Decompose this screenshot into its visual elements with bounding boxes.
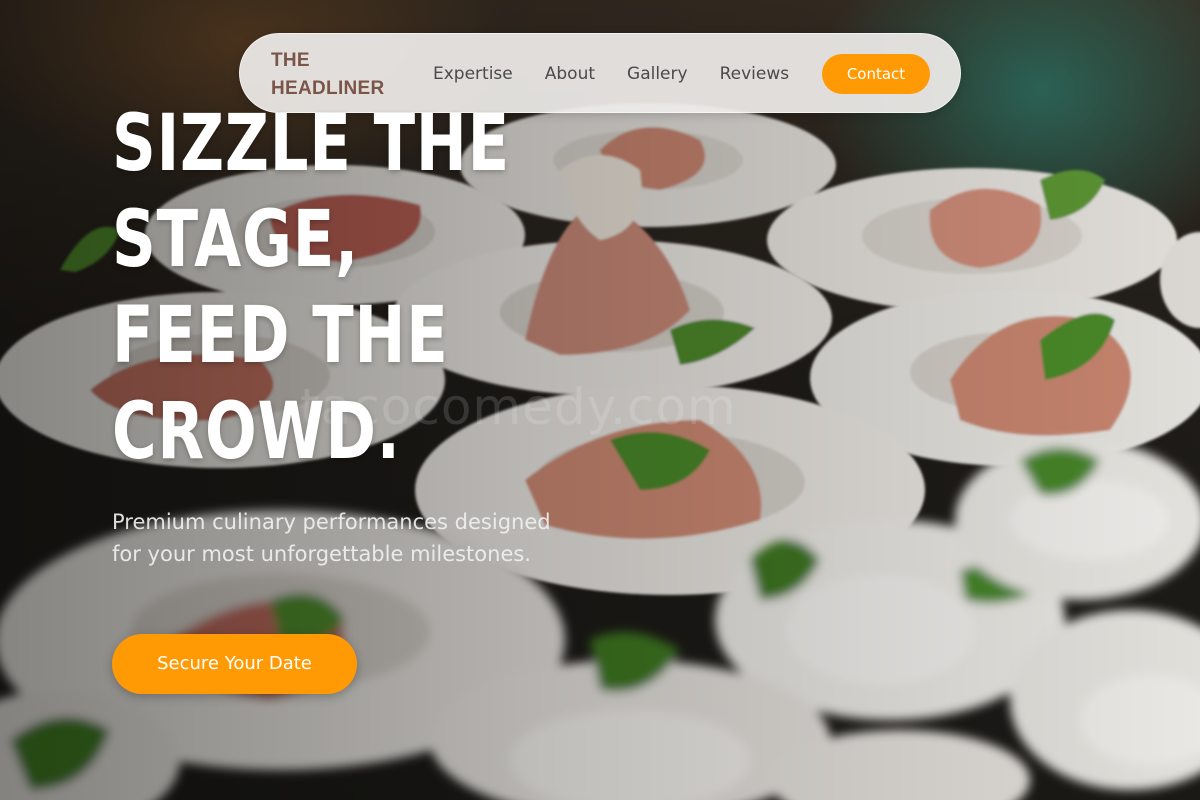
- hero-subtitle: Premium culinary performances designed f…: [112, 510, 551, 566]
- hero-title-line: SIZZLE THE: [112, 99, 510, 189]
- hero-title-line: STAGE,: [112, 195, 359, 285]
- nav-link-about[interactable]: About: [545, 64, 595, 84]
- brand-line-1: THE: [271, 50, 310, 71]
- hero-title: SIZZLE THE STAGE, FEED THE CROWD.: [112, 96, 510, 480]
- contact-button[interactable]: Contact: [822, 54, 930, 94]
- nav-link-reviews[interactable]: Reviews: [720, 64, 790, 84]
- brand-logo[interactable]: THE HEADLINER: [271, 47, 401, 103]
- hero-title-line: CROWD.: [112, 387, 401, 477]
- nav-link-expertise[interactable]: Expertise: [433, 64, 513, 84]
- hero-title-line: FEED THE: [112, 291, 449, 381]
- nav-link-gallery[interactable]: Gallery: [627, 64, 688, 84]
- secure-date-button[interactable]: Secure Your Date: [112, 634, 357, 694]
